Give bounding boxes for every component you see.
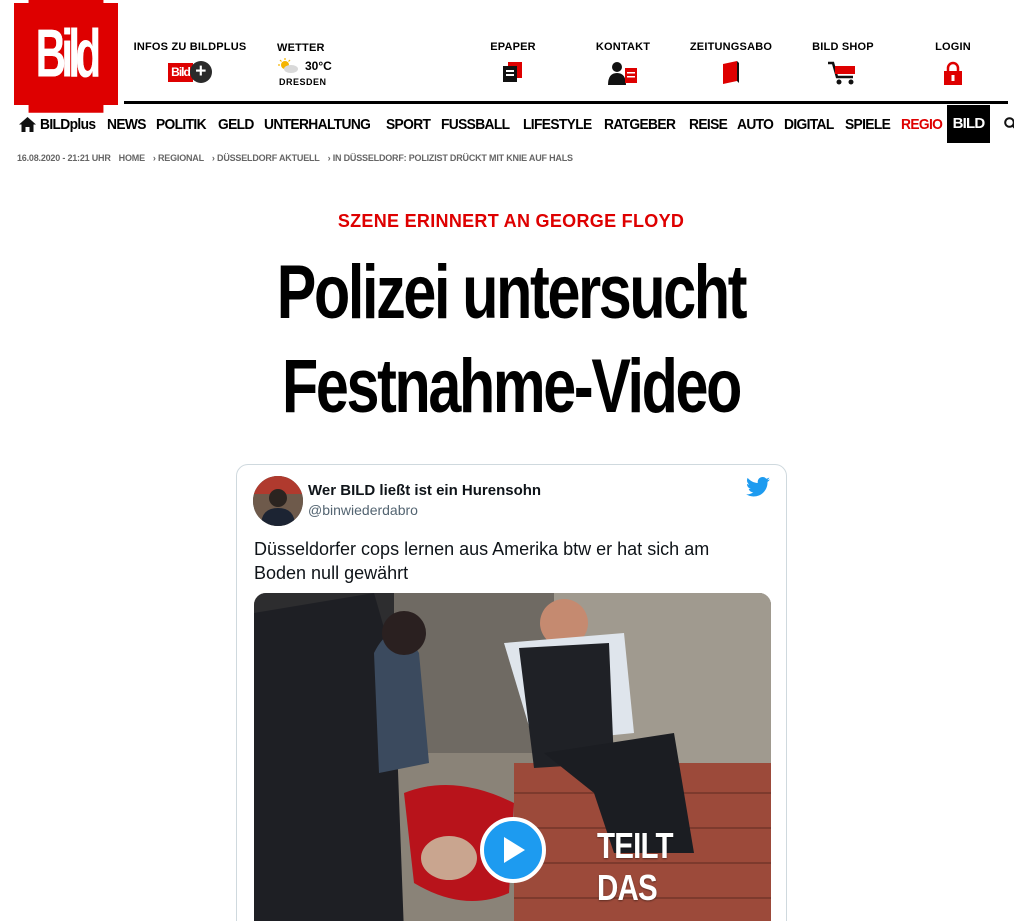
nav-regio[interactable]: REGIO bbox=[901, 116, 943, 133]
tweet-text: Düsseldorfer cops lernen aus Amerika btw… bbox=[254, 539, 710, 583]
nav-bild-live[interactable]: BILD LIVE bbox=[946, 105, 991, 170]
nav-lifestyle[interactable]: LIFESTYLE bbox=[523, 116, 592, 133]
nav-unterhaltung[interactable]: UNTERHALTUNG bbox=[264, 116, 371, 133]
breadcrumb-home[interactable]: HOME bbox=[119, 153, 145, 163]
tweet-author-handle[interactable]: @binwiederdabro bbox=[308, 502, 418, 518]
twitter-bird-icon[interactable] bbox=[746, 477, 770, 502]
bild-shop-label: BILD SHOP bbox=[812, 41, 874, 53]
contact-icon bbox=[608, 62, 637, 85]
nav-reise[interactable]: REISE bbox=[689, 116, 728, 133]
nav-ratgeber[interactable]: RATGEBER bbox=[604, 116, 676, 133]
zeitungsabo-link[interactable]: ZEITUNGSABO bbox=[685, 41, 777, 85]
weather-city: DRESDEN bbox=[279, 77, 327, 87]
bildplus-plus-icon: + bbox=[189, 61, 212, 83]
breadcrumb-duesseldorf[interactable]: DÜSSELDORF AKTUELL bbox=[217, 153, 320, 163]
article-headline: Polizei untersucht Festnahme-Video bbox=[112, 246, 909, 434]
breadcrumb-regional[interactable]: REGIONAL bbox=[158, 153, 204, 163]
play-button[interactable] bbox=[480, 817, 546, 883]
nav-geld[interactable]: GELD bbox=[218, 116, 254, 133]
nav-politik[interactable]: POLITIK bbox=[156, 116, 207, 133]
weather-widget[interactable]: WETTER 30°C DRESDEN bbox=[277, 42, 332, 87]
bild-logo-text: Bild bbox=[28, 0, 104, 113]
tweet-embed[interactable]: Wer BILD ließt ist ein Hurensohn @binwie… bbox=[236, 464, 787, 921]
article-kicker: SZENE ERINNERT AN GEORGE FLOYD bbox=[337, 211, 685, 231]
main-nav: BILDplus NEWS POLITIK GELD UNTERHALTUNG … bbox=[0, 104, 1014, 170]
avatar[interactable] bbox=[253, 476, 303, 526]
weather-temperature: 30°C bbox=[305, 59, 332, 73]
kontakt-label: KONTAKT bbox=[595, 41, 651, 53]
login-link[interactable]: LOGIN bbox=[925, 41, 981, 85]
epaper-label: EPAPER bbox=[490, 41, 536, 53]
epaper-link[interactable]: EPAPER bbox=[480, 41, 546, 83]
login-label: LOGIN bbox=[935, 41, 971, 53]
nav-spiele[interactable]: SPIELE bbox=[845, 116, 891, 133]
breadcrumb: 16.08.2020 - 21:21 UHR HOME › REGIONAL ›… bbox=[17, 153, 573, 163]
nav-sport[interactable]: SPORT bbox=[386, 116, 431, 133]
breadcrumb-separator: › bbox=[211, 153, 215, 163]
epaper-icon bbox=[503, 62, 522, 82]
publish-date: 16.08.2020 - 21:21 UHR bbox=[17, 153, 111, 163]
breadcrumb-current: IN DÜSSELDORF: POLIZIST DRÜCKT MIT KNIE … bbox=[332, 153, 573, 163]
play-icon bbox=[504, 837, 525, 863]
breadcrumb-separator: › bbox=[152, 153, 156, 163]
breadcrumb-separator: › bbox=[327, 153, 331, 163]
bildplus-info-label: INFOS ZU BILDPLUS bbox=[133, 41, 247, 53]
nav-fussball[interactable]: FUSSBALL bbox=[441, 116, 510, 133]
tweet-author-name[interactable]: Wer BILD ließt ist ein Hurensohn bbox=[308, 482, 541, 499]
nav-auto[interactable]: AUTO bbox=[737, 116, 774, 133]
home-icon[interactable] bbox=[19, 116, 36, 132]
kontakt-link[interactable]: KONTAKT bbox=[590, 41, 656, 85]
nav-digital[interactable]: DIGITAL bbox=[784, 116, 834, 133]
weather-label: WETTER bbox=[277, 42, 325, 54]
sun-cloud-icon bbox=[277, 58, 299, 74]
nav-bildplus[interactable]: BILDplus bbox=[40, 116, 96, 133]
search-icon[interactable] bbox=[1004, 117, 1014, 131]
nav-news[interactable]: NEWS bbox=[107, 116, 146, 133]
tweet-video[interactable]: TEILT DAS bbox=[254, 593, 771, 921]
lock-icon bbox=[944, 61, 962, 85]
bild-shop-link[interactable]: BILD SHOP bbox=[805, 41, 881, 85]
headline-line-2: Festnahme-Video bbox=[282, 344, 742, 429]
bildplus-badge: Bild + bbox=[168, 61, 212, 83]
cart-icon bbox=[828, 61, 855, 85]
zeitungsabo-label: ZEITUNGSABO bbox=[689, 41, 773, 53]
bild-logo[interactable]: Bild bbox=[14, 0, 118, 113]
newspaper-icon bbox=[723, 61, 739, 84]
bildplus-info-link[interactable]: INFOS ZU BILDPLUS Bild + bbox=[129, 41, 251, 83]
headline-line-1: Polizei untersucht bbox=[276, 250, 748, 335]
video-caption: TEILT DAS bbox=[597, 825, 674, 908]
